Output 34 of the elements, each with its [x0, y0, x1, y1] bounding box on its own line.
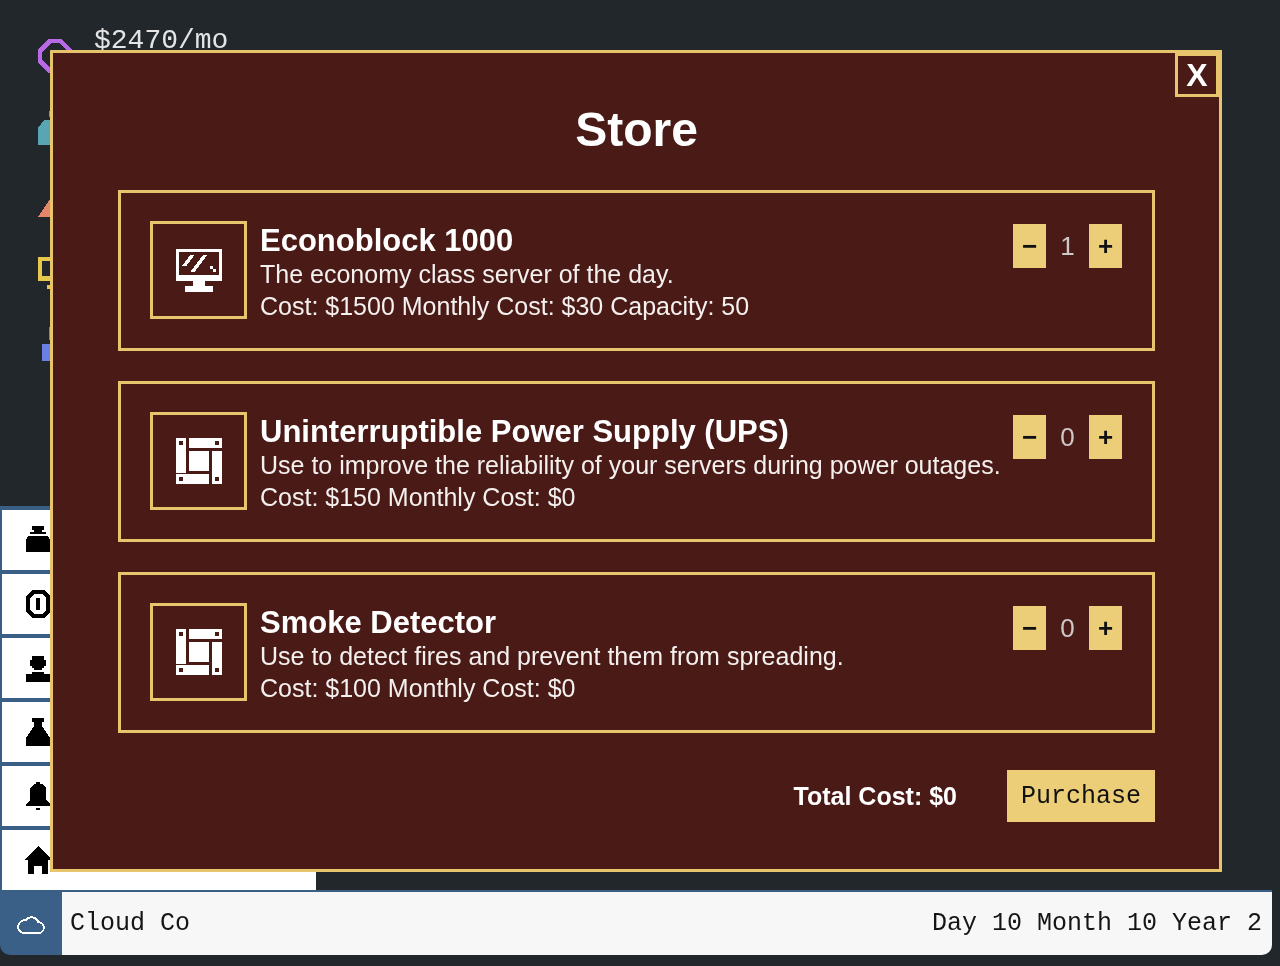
- game-date: Day 10 Month 10 Year 2: [931, 909, 1262, 938]
- product-name: Smoke Detector: [260, 606, 498, 640]
- decrement-button[interactable]: −: [1013, 606, 1046, 650]
- quantity-value: 0: [1059, 612, 1076, 644]
- bell-icon: [24, 782, 52, 810]
- quantity-value: 1: [1059, 230, 1076, 262]
- product-details: Cost: $150 Monthly Cost: $0: [260, 482, 577, 513]
- decrement-button[interactable]: −: [1013, 415, 1046, 459]
- product-details: Cost: $1500 Monthly Cost: $30 Capacity: 50: [260, 291, 751, 322]
- close-button[interactable]: X: [1175, 53, 1219, 97]
- increment-button[interactable]: +: [1089, 224, 1122, 268]
- house-icon: [24, 846, 52, 874]
- quantity-value: 0: [1059, 421, 1076, 453]
- monthly-amount: $2470/mo: [94, 27, 229, 55]
- increment-button[interactable]: +: [1089, 606, 1122, 650]
- monitor-icon: [150, 221, 247, 319]
- frame-icon: [150, 412, 247, 510]
- company-name: Cloud Co: [70, 909, 191, 938]
- product-description: Use to detect fires and prevent them from spreading.: [260, 641, 845, 672]
- product-description: Use to improve the reliability of your servers during power outages.: [260, 450, 1002, 481]
- product-name: Econoblock 1000: [260, 224, 515, 258]
- total-cost: Total Cost: $0: [793, 781, 957, 811]
- product-name: Uninterruptible Power Supply (UPS): [260, 415, 790, 449]
- product-details: Cost: $100 Monthly Cost: $0: [260, 673, 577, 704]
- bag-icon: [24, 526, 52, 554]
- dialog-title: Store: [575, 102, 698, 158]
- product-description: The economy class server of the day.: [260, 259, 675, 290]
- purchase-button[interactable]: Purchase: [1006, 770, 1155, 822]
- coin-icon: [24, 590, 52, 618]
- person-icon: [24, 654, 52, 682]
- increment-button[interactable]: +: [1089, 415, 1122, 459]
- frame-icon: [150, 603, 247, 701]
- flask-icon: [24, 718, 52, 746]
- decrement-button[interactable]: −: [1013, 224, 1046, 268]
